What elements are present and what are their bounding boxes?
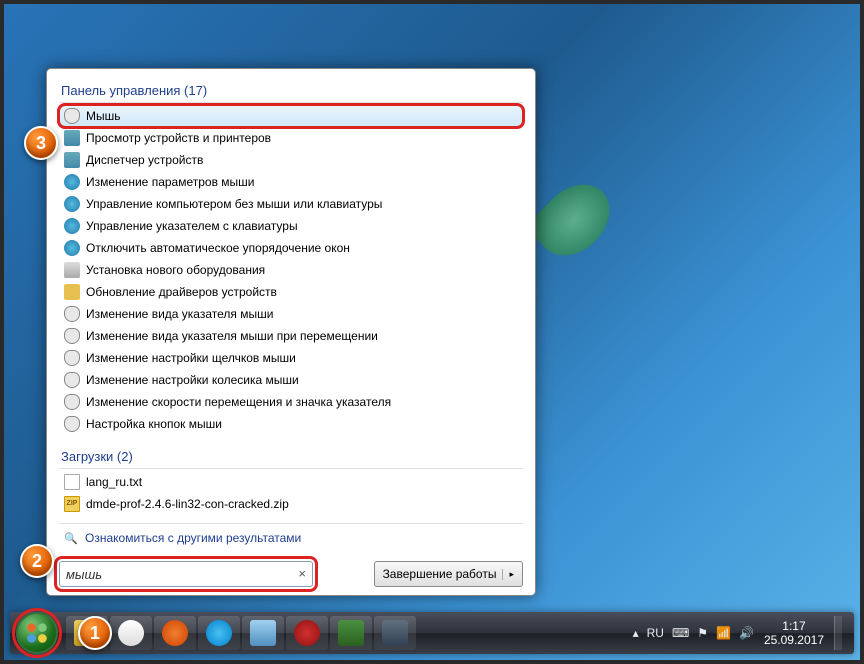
- windows-logo-icon: [24, 620, 50, 646]
- taskbar-app[interactable]: [110, 616, 152, 650]
- result-item[interactable]: Настройка кнопок мыши: [59, 413, 523, 435]
- annotation-marker-2: 2: [20, 544, 54, 578]
- monitor-icon: [382, 620, 408, 646]
- skype-icon: [206, 620, 232, 646]
- result-item[interactable]: Изменение вида указателя мыши при переме…: [59, 325, 523, 347]
- show-desktop-button[interactable]: [834, 616, 842, 650]
- time-text: 1:17: [764, 619, 824, 633]
- panda-icon: [118, 620, 144, 646]
- system-tray: ▴ RU ⌨ ⚑ 📶 🔊 1:17 25.09.2017: [633, 616, 848, 650]
- mouse-icon: [64, 328, 80, 344]
- category-downloads: Загрузки (2): [59, 445, 523, 469]
- shutdown-label: Завершение работы: [383, 567, 497, 581]
- result-item[interactable]: Изменение параметров мыши: [59, 171, 523, 193]
- search-results-area: Панель управления (17) Мышь Просмотр уст…: [47, 69, 535, 559]
- search-input[interactable]: [66, 562, 290, 586]
- taskbar-excel[interactable]: [330, 616, 372, 650]
- start-menu-panel: Панель управления (17) Мышь Просмотр уст…: [46, 68, 536, 596]
- taskbar-app[interactable]: [286, 616, 328, 650]
- search-row: × Завершение работы ▸: [59, 561, 523, 587]
- tray-chevron-up-icon[interactable]: ▴: [633, 626, 639, 640]
- taskbar-app[interactable]: [242, 616, 284, 650]
- result-item[interactable]: Изменение скорости перемещения и значка …: [59, 391, 523, 413]
- mouse-icon: [64, 394, 80, 410]
- tray-keyboard-icon[interactable]: ⌨: [672, 626, 689, 640]
- mouse-icon: [64, 108, 80, 124]
- update-icon: [64, 284, 80, 300]
- hardware-icon: [64, 262, 80, 278]
- notepad-icon: [250, 620, 276, 646]
- result-item-file[interactable]: ZIPdmde-prof-2.4.6-lin32-con-cracked.zip: [59, 493, 523, 515]
- zip-file-icon: ZIP: [64, 496, 80, 512]
- tray-network-icon[interactable]: 📶: [716, 626, 731, 640]
- ease-of-access-icon: [64, 174, 80, 190]
- search-icon: 🔍: [63, 530, 79, 546]
- taskbar-app[interactable]: [374, 616, 416, 650]
- device-manager-icon: [64, 152, 80, 168]
- result-item[interactable]: Обновление драйверов устройств: [59, 281, 523, 303]
- mouse-icon: [64, 350, 80, 366]
- mouse-icon: [64, 372, 80, 388]
- tray-volume-icon[interactable]: 🔊: [739, 626, 754, 640]
- tray-icons: ▴ RU ⌨ ⚑ 📶 🔊: [633, 626, 754, 640]
- taskbar-items: [66, 616, 416, 650]
- annotation-marker-3: 3: [24, 126, 58, 160]
- text-file-icon: [64, 474, 80, 490]
- result-item[interactable]: Просмотр устройств и принтеров: [59, 127, 523, 149]
- start-button[interactable]: [16, 612, 58, 654]
- clock[interactable]: 1:17 25.09.2017: [764, 619, 824, 648]
- tray-action-center-icon[interactable]: ⚑: [697, 626, 708, 640]
- desktop-background-element: [544, 180, 664, 320]
- taskbar: ▴ RU ⌨ ⚑ 📶 🔊 1:17 25.09.2017: [10, 612, 854, 654]
- mouse-icon: [64, 416, 80, 432]
- mouse-icon: [64, 306, 80, 322]
- category-control-panel: Панель управления (17): [59, 79, 523, 103]
- taskbar-firefox[interactable]: [154, 616, 196, 650]
- app-icon: [294, 620, 320, 646]
- devices-icon: [64, 130, 80, 146]
- result-item[interactable]: Изменение вида указателя мыши: [59, 303, 523, 325]
- result-item-mouse[interactable]: Мышь: [59, 105, 523, 127]
- excel-icon: [338, 620, 364, 646]
- more-results-link[interactable]: 🔍 Ознакомиться с другими результатами: [59, 523, 523, 552]
- date-text: 25.09.2017: [764, 633, 824, 647]
- result-item[interactable]: Отключить автоматическое упорядочение ок…: [59, 237, 523, 259]
- chevron-right-icon[interactable]: ▸: [502, 569, 514, 580]
- ease-of-access-icon: [64, 196, 80, 212]
- result-item-file[interactable]: lang_ru.txt: [59, 471, 523, 493]
- result-item[interactable]: Управление указателем с клавиатуры: [59, 215, 523, 237]
- ease-of-access-icon: [64, 240, 80, 256]
- result-item[interactable]: Изменение настройки колесика мыши: [59, 369, 523, 391]
- taskbar-skype[interactable]: [198, 616, 240, 650]
- tray-language[interactable]: RU: [647, 626, 664, 640]
- result-item[interactable]: Установка нового оборудования: [59, 259, 523, 281]
- result-item[interactable]: Изменение настройки щелчков мыши: [59, 347, 523, 369]
- clear-search-icon[interactable]: ×: [298, 566, 306, 581]
- annotation-marker-1: 1: [78, 616, 112, 650]
- search-box[interactable]: ×: [59, 561, 313, 587]
- shutdown-button[interactable]: Завершение работы ▸: [374, 561, 523, 587]
- result-item[interactable]: Управление компьютером без мыши или клав…: [59, 193, 523, 215]
- firefox-icon: [162, 620, 188, 646]
- result-item[interactable]: Диспетчер устройств: [59, 149, 523, 171]
- ease-of-access-icon: [64, 218, 80, 234]
